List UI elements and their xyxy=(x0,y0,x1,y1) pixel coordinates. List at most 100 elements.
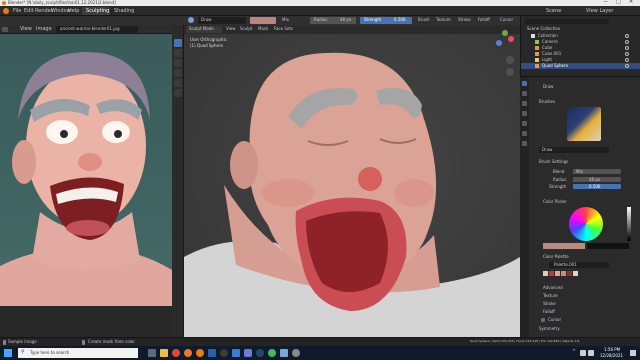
texture-menu[interactable]: Texture xyxy=(436,18,451,22)
gizmo-x-axis[interactable] xyxy=(508,36,514,42)
color-picker-header[interactable]: Color Picker xyxy=(543,200,567,204)
outliner-row-selected[interactable]: Quad Sphere xyxy=(521,63,640,69)
editor-type-icon[interactable] xyxy=(2,27,8,32)
visibility-eye-icon[interactable] xyxy=(625,64,629,68)
falloff-menu[interactable]: Falloff xyxy=(478,18,490,22)
cursor-checkbox[interactable] xyxy=(541,318,545,322)
stroke-menu[interactable]: Stroke xyxy=(458,18,471,22)
mail-icon[interactable] xyxy=(232,349,240,357)
brush-color-swatch[interactable] xyxy=(250,17,276,24)
image-menu-image[interactable]: Image xyxy=(36,27,52,32)
chrome-icon[interactable] xyxy=(172,349,180,357)
tab-shading[interactable]: Shading xyxy=(114,9,134,14)
palette-swatch[interactable] xyxy=(567,271,572,276)
viewport-menu-mask[interactable]: Mask xyxy=(258,27,268,31)
tool-tab-icon[interactable] xyxy=(522,81,527,86)
view-layer-selector[interactable]: View Layer xyxy=(586,9,613,14)
notepad-icon[interactable] xyxy=(280,349,288,357)
brush-settings-header[interactable]: Brush Settings xyxy=(539,160,568,164)
palette-swatch[interactable] xyxy=(555,271,560,276)
symmetry-panel-header[interactable]: Symmetry xyxy=(539,327,560,331)
visibility-eye-icon[interactable] xyxy=(625,58,629,62)
outliner-item-label: Quad Sphere xyxy=(542,63,569,68)
viewport-menu-facesets[interactable]: Face Sets xyxy=(274,27,293,31)
spotify-icon[interactable] xyxy=(268,349,276,357)
network-icon[interactable] xyxy=(580,350,586,356)
zoom-icon[interactable] xyxy=(506,56,514,64)
brush-icon[interactable] xyxy=(188,17,194,23)
clock-date[interactable]: 12/28/2021 xyxy=(600,354,623,358)
mask-brush-tool[interactable] xyxy=(174,89,182,97)
grab-brush-tool[interactable] xyxy=(174,59,182,67)
clay-brush-tool[interactable] xyxy=(174,69,182,77)
material-tab-icon[interactable] xyxy=(522,141,527,146)
scene-selector[interactable]: Scene xyxy=(546,9,561,14)
steam-icon[interactable] xyxy=(256,349,264,357)
object-tab-icon[interactable] xyxy=(522,121,527,126)
outliner-search-field[interactable] xyxy=(525,19,609,24)
color-palette-header[interactable]: Color Palette xyxy=(543,255,569,259)
falloff-panel-header[interactable]: Falloff xyxy=(543,310,555,314)
maximize-button[interactable]: □ xyxy=(616,0,621,5)
visibility-eye-icon[interactable] xyxy=(625,40,629,44)
volume-icon[interactable] xyxy=(588,350,594,356)
settings-gear-icon[interactable] xyxy=(292,349,300,357)
menu-help[interactable]: Help xyxy=(68,9,79,14)
image-menu-view[interactable]: View xyxy=(20,27,32,32)
file-explorer-icon[interactable] xyxy=(160,349,168,357)
cursor-menu[interactable]: Cursor xyxy=(500,18,513,22)
modifier-tab-icon[interactable] xyxy=(522,131,527,136)
palette-swatch[interactable] xyxy=(549,271,554,276)
palette-swatch[interactable] xyxy=(561,271,566,276)
brush-menu[interactable]: Brush xyxy=(418,18,430,22)
draw-brush-tool[interactable] xyxy=(174,39,182,47)
color-wheel[interactable] xyxy=(569,207,603,241)
image-editor-header: View Image ancient-warrior-blender01.jpg xyxy=(0,25,172,34)
smooth-brush-tool[interactable] xyxy=(174,49,182,57)
windows-taskbar: ⚲ Type here to search ^ 1:56 PM 12/28/20… xyxy=(0,346,640,360)
cursor-panel-header[interactable]: Cursor xyxy=(548,318,561,322)
windows-start-icon[interactable] xyxy=(4,349,12,357)
color-value-slider[interactable] xyxy=(627,207,631,241)
viewport-menu-sculpt[interactable]: Sculpt xyxy=(240,27,253,31)
brush-preview-thumbnail[interactable] xyxy=(567,107,601,141)
brush-field-label: Draw xyxy=(542,147,553,152)
firefox-icon[interactable] xyxy=(184,349,192,357)
discord-icon[interactable] xyxy=(244,349,252,357)
viewport-menu-view[interactable]: View xyxy=(226,27,236,31)
texture-panel-header[interactable]: Texture xyxy=(543,294,558,298)
tray-chevron-icon[interactable]: ^ xyxy=(572,350,576,355)
task-view-icon[interactable] xyxy=(148,349,156,357)
tab-sculpting-label: Sculpting xyxy=(86,8,110,14)
visibility-eye-icon[interactable] xyxy=(625,52,629,56)
notification-icon[interactable] xyxy=(630,350,636,356)
secondary-color-swatch[interactable] xyxy=(587,243,629,249)
crease-brush-tool[interactable] xyxy=(174,79,182,87)
3d-viewport[interactable] xyxy=(184,25,520,337)
active-color-swatch[interactable] xyxy=(543,243,585,249)
clock-time[interactable]: 1:56 PM xyxy=(604,348,620,352)
visibility-eye-icon[interactable] xyxy=(625,34,629,38)
visibility-eye-icon[interactable] xyxy=(625,46,629,50)
photoshop-icon[interactable] xyxy=(208,349,216,357)
scene-tab-icon[interactable] xyxy=(522,111,527,116)
output-tab-icon[interactable] xyxy=(522,101,527,106)
navigation-gizmo[interactable] xyxy=(494,28,516,50)
minimize-button[interactable]: — xyxy=(603,0,608,5)
render-tab-icon[interactable] xyxy=(522,91,527,96)
gizmo-y-axis[interactable] xyxy=(502,30,508,36)
pan-icon[interactable] xyxy=(506,68,514,76)
stroke-panel-header[interactable]: Stroke xyxy=(543,302,556,306)
brushes-panel-header[interactable]: Brushes xyxy=(539,100,555,104)
blender-taskbar-icon[interactable] xyxy=(196,349,204,357)
obs-icon[interactable] xyxy=(220,349,228,357)
menu-file[interactable]: File xyxy=(13,9,21,14)
blend-field[interactable]: Mix xyxy=(282,18,289,22)
blender-menu-icon[interactable] xyxy=(3,8,9,14)
advanced-panel-header[interactable]: Advanced xyxy=(543,286,563,290)
palette-swatch[interactable] xyxy=(543,271,548,276)
menu-edit[interactable]: Edit xyxy=(24,9,34,14)
close-button[interactable]: ✕ xyxy=(629,0,633,5)
gizmo-z-axis[interactable] xyxy=(496,40,502,46)
palette-swatch[interactable] xyxy=(573,271,578,276)
